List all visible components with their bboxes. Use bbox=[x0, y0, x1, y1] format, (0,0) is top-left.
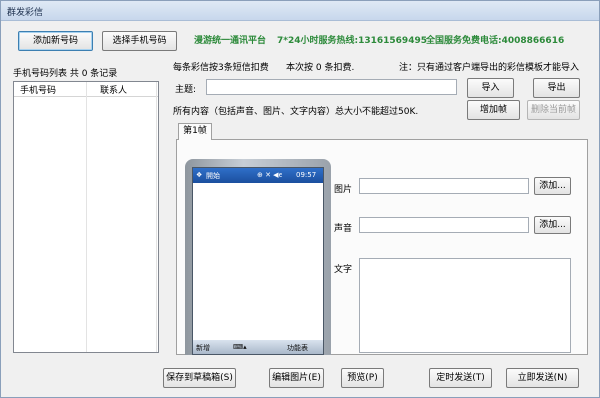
import-button[interactable]: 导入 bbox=[467, 78, 514, 98]
phone-list-title: 手机号码列表 共 0 条记录 bbox=[13, 69, 118, 79]
signal-icon: ⊕ ✕ ◀ϵ bbox=[257, 171, 283, 179]
preview-button[interactable]: 预览(P) bbox=[341, 368, 384, 388]
phone-start-label: 開始 bbox=[206, 172, 220, 180]
phone-status-bar: ❖ 開始 ⊕ ✕ ◀ϵ 09:57 bbox=[193, 168, 323, 183]
subject-input[interactable] bbox=[206, 79, 457, 95]
phone-preview: ❖ 開始 ⊕ ✕ ◀ϵ 09:57 新增 ⌨▴ 功能表 bbox=[185, 159, 331, 355]
column-contact[interactable]: 联系人 bbox=[100, 83, 127, 96]
select-phone-number-button[interactable]: 选择手机号码 bbox=[102, 31, 177, 51]
column-divider bbox=[86, 82, 87, 352]
tab-frame-1[interactable]: 第1帧 bbox=[178, 123, 212, 140]
send-now-button[interactable]: 立即发送(N) bbox=[506, 368, 579, 388]
phone-clock: 09:57 bbox=[296, 171, 317, 179]
phone-soft-key-bar: 新增 ⌨▴ 功能表 bbox=[193, 340, 323, 354]
image-path-input[interactable] bbox=[359, 178, 529, 194]
soft-key-left: 新增 bbox=[196, 344, 210, 352]
windows-start-icon: ❖ bbox=[196, 171, 203, 179]
title-bar: 群发彩信 bbox=[1, 1, 599, 21]
edit-image-button[interactable]: 编辑图片(E) bbox=[269, 368, 324, 388]
add-image-button[interactable]: 添加... bbox=[534, 177, 571, 195]
add-sound-button[interactable]: 添加... bbox=[534, 216, 571, 234]
import-note: 注：只有通过客户端导出的彩信模板才能导入 bbox=[399, 63, 580, 73]
phone-screen: ❖ 開始 ⊕ ✕ ◀ϵ 09:57 新增 ⌨▴ 功能表 bbox=[192, 167, 324, 355]
mms-window: 群发彩信 添加新号码 选择手机号码 漫游统一通讯平台 7*24小时服务热线:13… bbox=[0, 0, 600, 398]
save-to-drafts-button[interactable]: 保存到草稿箱(S) bbox=[163, 368, 236, 388]
export-button[interactable]: 导出 bbox=[533, 78, 580, 98]
scheduled-send-button[interactable]: 定时发送(T) bbox=[429, 368, 492, 388]
free-service-phone: 全国服务免费电话:4008866616 bbox=[426, 36, 565, 46]
service-hotline: 7*24小时服务热线:13161569495 bbox=[277, 36, 427, 46]
add-new-number-button[interactable]: 添加新号码 bbox=[18, 31, 93, 51]
delete-current-frame-button[interactable]: 删除当前帧 bbox=[527, 100, 580, 120]
soft-key-right: 功能表 bbox=[287, 344, 308, 352]
text-label: 文字 bbox=[334, 265, 353, 275]
subject-label: 主题: bbox=[175, 85, 197, 95]
column-divider bbox=[156, 82, 157, 352]
size-limit-note: 所有内容（包括声音、图片、文字内容）总大小不能超过50K. bbox=[173, 107, 419, 117]
text-content-input[interactable] bbox=[359, 258, 571, 353]
column-phone-number[interactable]: 手机号码 bbox=[20, 83, 56, 96]
image-label: 图片 bbox=[334, 185, 353, 195]
platform-name: 漫游统一通讯平台 bbox=[194, 36, 267, 46]
this-time-billing: 本次按 0 条扣费. bbox=[286, 63, 355, 73]
add-frame-button[interactable]: 增加帧 bbox=[467, 100, 520, 120]
sound-label: 声音 bbox=[334, 224, 353, 234]
phone-number-list[interactable]: 手机号码 联系人 bbox=[13, 81, 159, 353]
keyboard-icon: ⌨▴ bbox=[233, 343, 247, 351]
billing-note: 每条彩信按3条短信扣费 bbox=[173, 63, 269, 73]
sound-path-input[interactable] bbox=[359, 217, 529, 233]
window-title: 群发彩信 bbox=[7, 8, 44, 18]
